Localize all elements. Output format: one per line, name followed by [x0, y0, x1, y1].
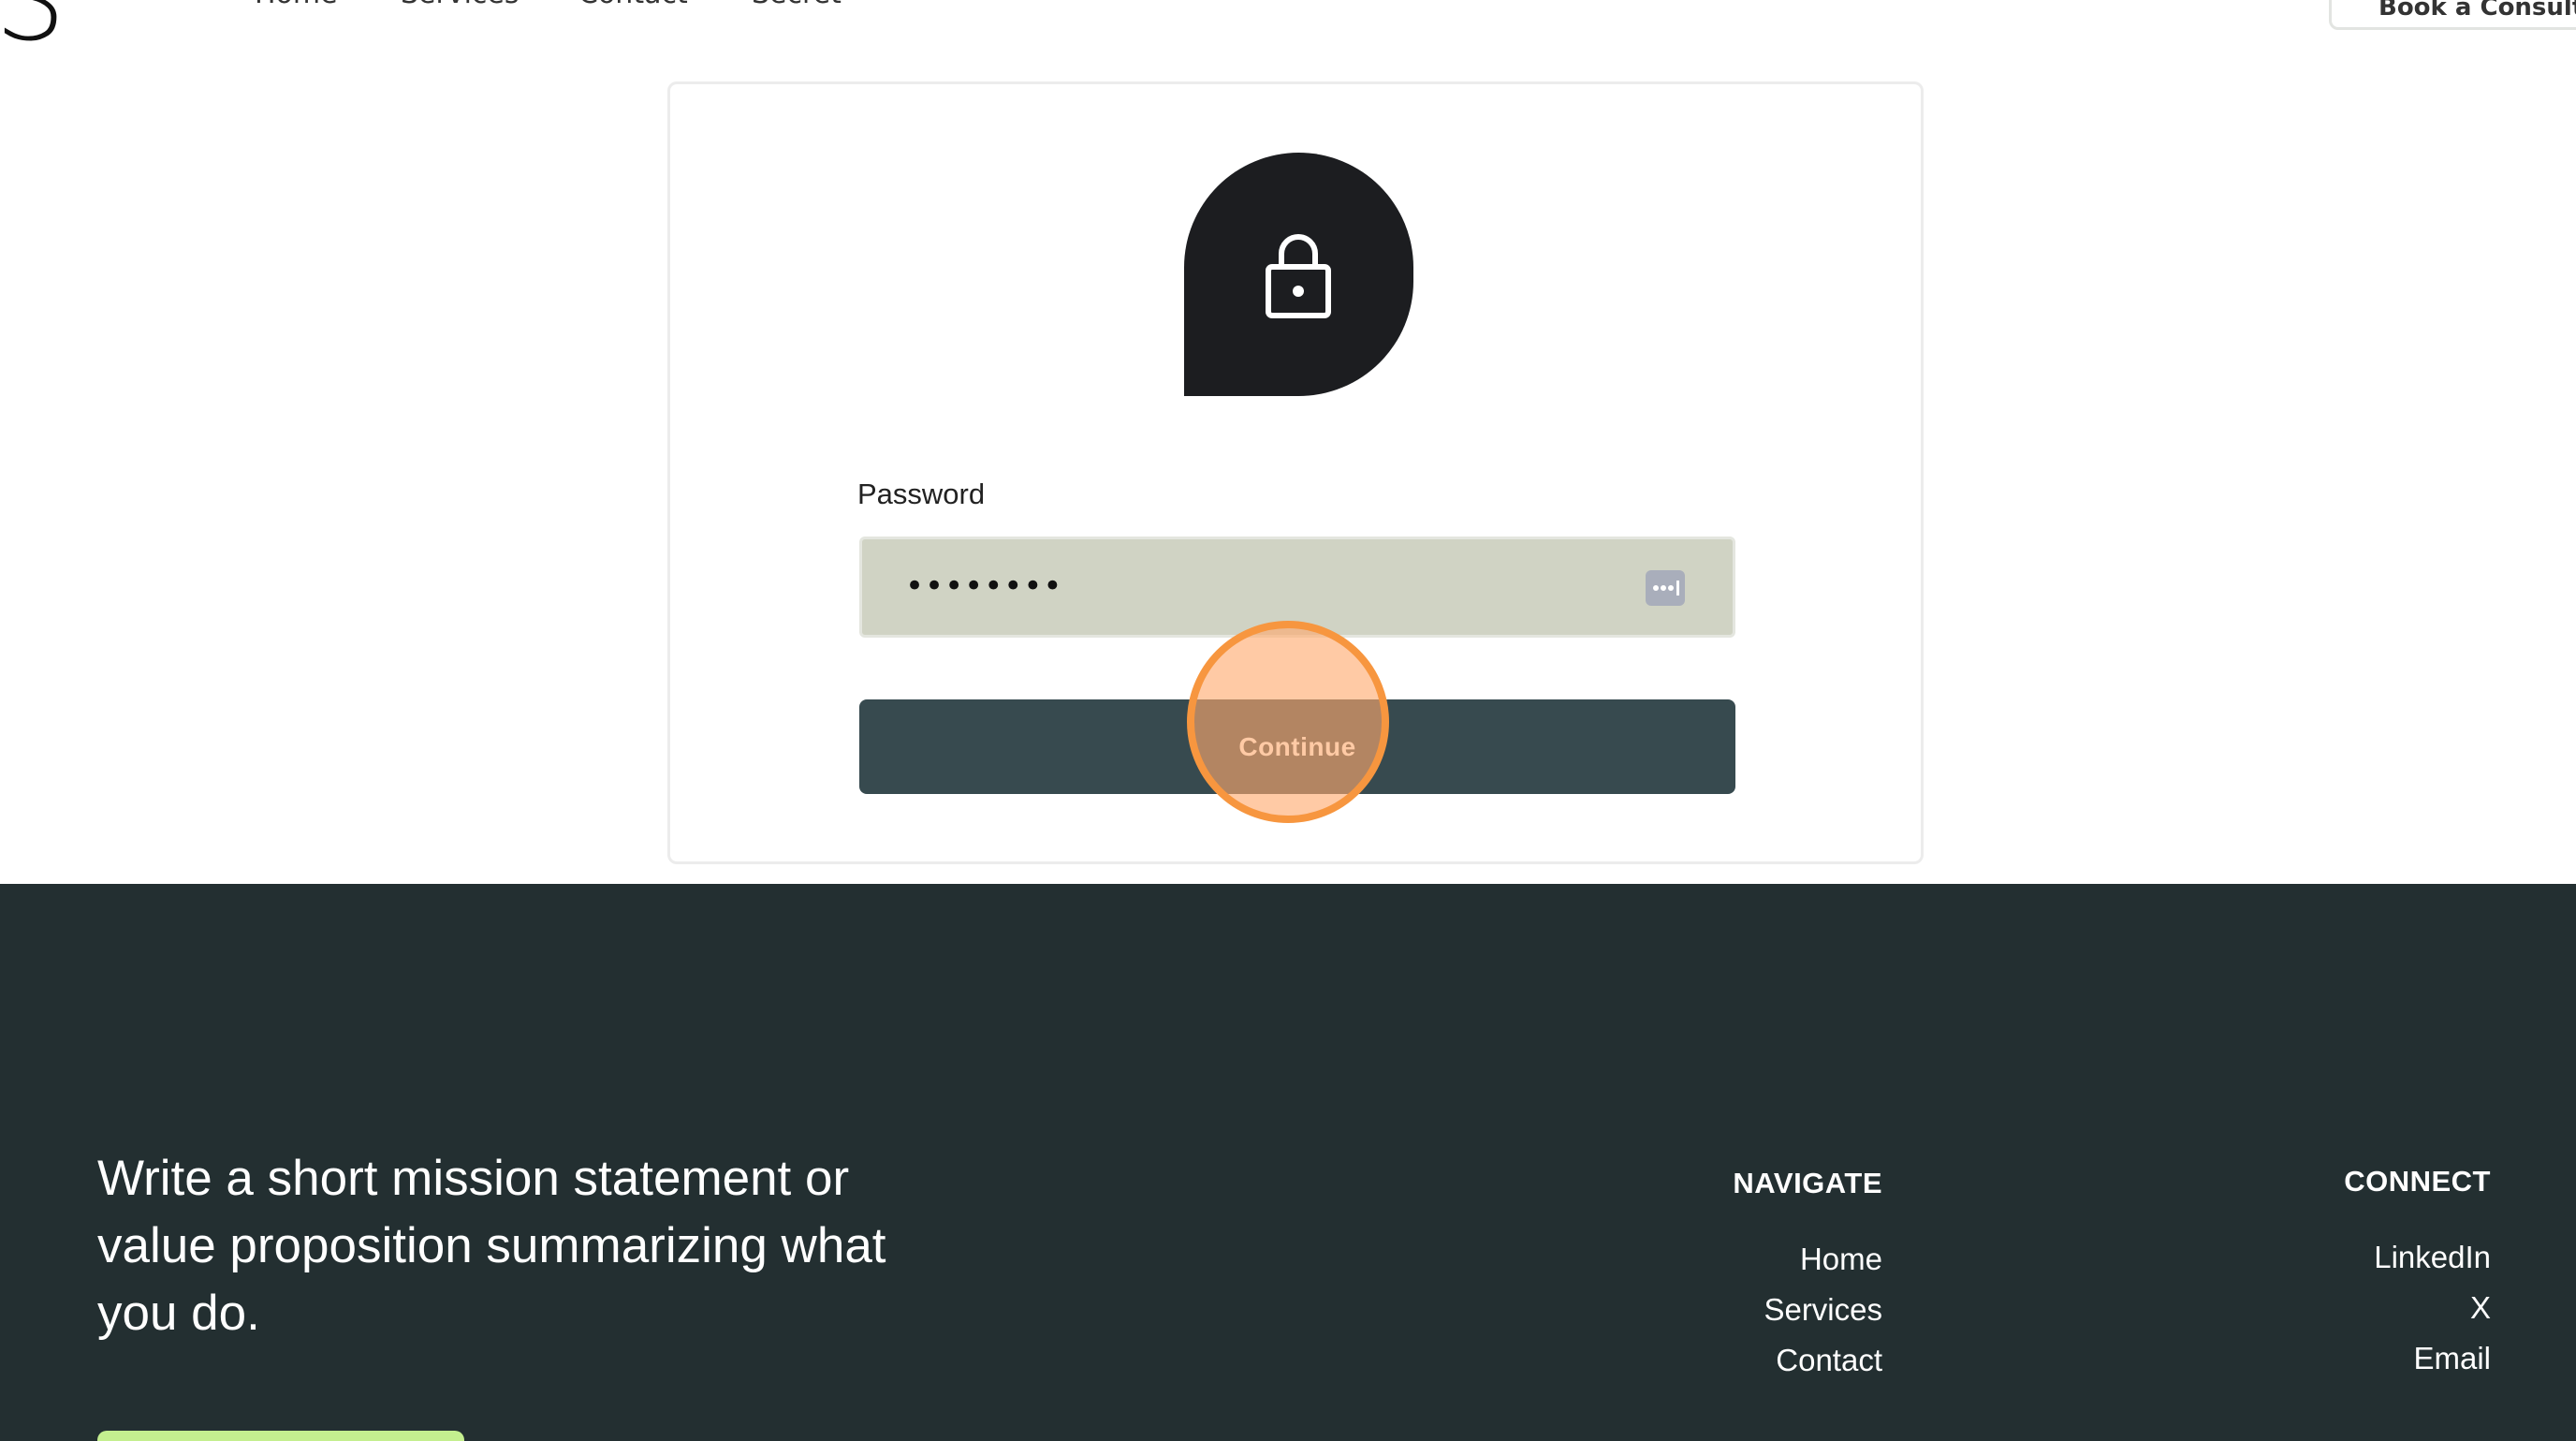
- nav-item-contact[interactable]: Contact: [578, 0, 688, 10]
- lock-badge: [1184, 153, 1413, 396]
- page: S Home Services Contact Secret Book a Co…: [0, 0, 2576, 1441]
- footer-link-x[interactable]: X: [2344, 1283, 2491, 1333]
- mission-statement: Write a short mission statement or value…: [97, 1151, 886, 1341]
- password-label: Password: [857, 478, 986, 510]
- password-input[interactable]: ••••••••: [859, 537, 1735, 638]
- continue-button[interactable]: Continue: [859, 699, 1735, 794]
- footer-navigate-column: NAVIGATE Home Services Contact: [1733, 1167, 1882, 1386]
- password-masked-value: ••••••••: [905, 567, 1063, 605]
- footer-cta-button[interactable]: [97, 1431, 464, 1441]
- lock-icon: [1266, 234, 1331, 318]
- nav-item-services[interactable]: Services: [401, 0, 520, 10]
- password-manager-icon[interactable]: [1646, 570, 1685, 606]
- nav-item-secret[interactable]: Secret: [752, 0, 842, 10]
- nav-item-home[interactable]: Home: [255, 0, 338, 10]
- footer-link-services[interactable]: Services: [1733, 1285, 1882, 1335]
- footer-link-home[interactable]: Home: [1733, 1234, 1882, 1285]
- footer-link-linkedin[interactable]: LinkedIn: [2344, 1232, 2491, 1283]
- footer-navigate-heading: NAVIGATE: [1733, 1167, 1882, 1199]
- footer-connect-column: CONNECT LinkedIn X Email: [2344, 1165, 2491, 1384]
- site-footer: Write a short mission statement or value…: [0, 884, 2576, 1441]
- footer-link-contact[interactable]: Contact: [1733, 1335, 1882, 1386]
- book-consultation-button[interactable]: Book a Consultation: [2329, 0, 2576, 30]
- site-logo[interactable]: S: [0, 0, 66, 58]
- footer-link-email[interactable]: Email: [2344, 1333, 2491, 1384]
- footer-connect-heading: CONNECT: [2344, 1165, 2491, 1198]
- password-card: Password •••••••• Continue: [667, 81, 1924, 864]
